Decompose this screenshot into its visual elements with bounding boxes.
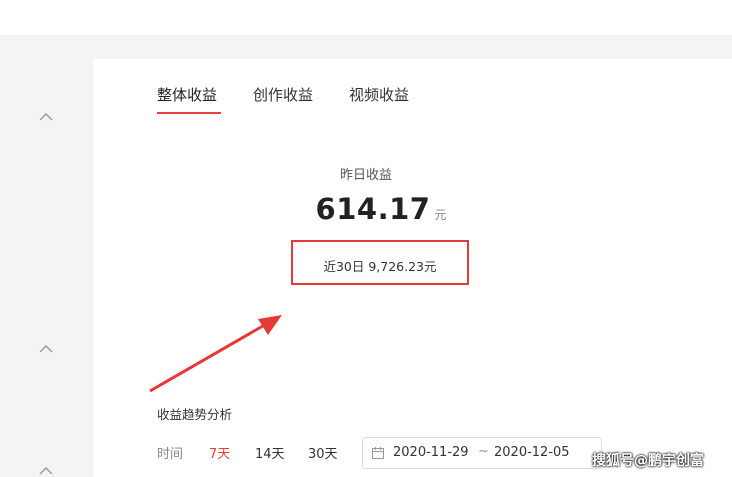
range-30-days[interactable]: 30天 [308,443,338,462]
sidebar [0,35,93,477]
watermark: 搜狐号@鹏宇创富 [592,453,704,469]
active-tab-indicator [157,112,221,114]
content-gap [93,35,732,59]
date-end: 2020-12-05 [494,445,570,460]
yesterday-income-amount: 614.17 [315,192,431,226]
tab-creation-income[interactable]: 创作收益 [253,84,313,105]
range-14-days[interactable]: 14天 [255,443,285,462]
currency-unit: 元 [434,208,447,222]
tab-video-income[interactable]: 视频收益 [349,84,409,105]
date-start: 2020-11-29 [393,445,469,460]
annotation-arrow-icon [149,315,282,393]
range-7-days[interactable]: 7天 [209,443,230,462]
yesterday-income: 614.17 元 [0,192,732,226]
recent-30-days-income: 近30日 9,726.23元 [323,259,437,274]
yesterday-income-label: 昨日收益 [339,168,392,183]
date-separator: ~ [478,444,489,459]
tab-overall-income[interactable]: 整体收益 [157,84,217,105]
trend-analysis-title: 收益趋势分析 [157,407,233,422]
chevron-up-icon[interactable] [37,343,55,355]
time-filter-label: 时间 [157,447,184,462]
recent-30-days-highlight: 近30日 9,726.23元 [291,240,469,285]
top-bar [0,0,732,35]
chevron-up-icon[interactable] [37,111,55,123]
date-range-picker[interactable]: 2020-11-29 ~ 2020-12-05 [362,437,602,469]
chevron-up-icon[interactable] [37,465,55,477]
calendar-icon [372,447,384,459]
